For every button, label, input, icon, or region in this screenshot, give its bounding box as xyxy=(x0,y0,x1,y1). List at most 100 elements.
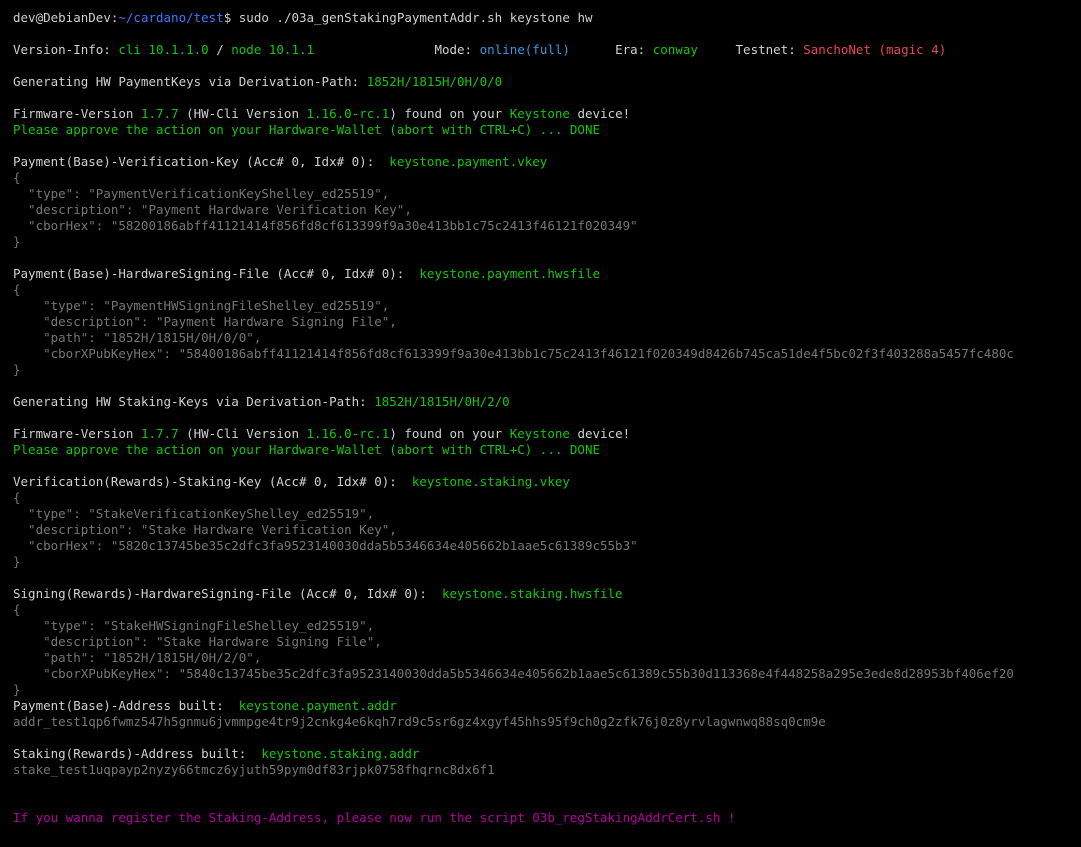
approve-line-1: Please approve the action on your Hardwa… xyxy=(13,122,1081,138)
gen-staking-keys-line-segment: 1852H/1815H/0H/2/0 xyxy=(374,394,510,409)
blank xyxy=(13,778,1081,794)
firmware-line-2-segment: (HW-Cli Version xyxy=(178,426,307,441)
gen-payment-keys-line-segment: Generating HW PaymentKeys via Derivation… xyxy=(13,74,367,89)
json-line: "cborXPubKeyHex": "5840c13745be35c2dfc3f… xyxy=(13,666,1081,682)
json-line-segment: { xyxy=(13,282,21,297)
firmware-line-2-segment: 1.7.7 xyxy=(140,426,179,441)
prompt-line-segment: DebianDev xyxy=(43,10,111,25)
approve-line-2-segment: Please approve the action on your Hardwa… xyxy=(13,442,600,457)
json-line-segment: } xyxy=(13,234,21,249)
staking-addr-header-segment: keystone.staking.addr xyxy=(261,746,420,761)
firmware-line-2-segment: Firmware-Version xyxy=(13,426,141,441)
register-hint-line: If you wanna register the Staking-Addres… xyxy=(13,810,1081,826)
json-line-segment: } xyxy=(13,554,21,569)
blank xyxy=(13,26,1081,42)
version-info-line-segment: Version-Info: xyxy=(13,42,119,57)
staking-addr-value: stake_test1uqpayp2nyzy66tmcz6yjuth59pym0… xyxy=(13,762,1081,778)
staking-addr-header-segment: Staking(Rewards)-Address built: xyxy=(13,746,262,761)
json-line-segment: "type": "StakeHWSigningFileShelley_ed255… xyxy=(13,618,375,633)
blank xyxy=(13,410,1081,426)
json-line-segment: "description": "Stake Hardware Verificat… xyxy=(13,522,397,537)
json-line: { xyxy=(13,282,1081,298)
approve-line-1-segment: Please approve the action on your Hardwa… xyxy=(13,122,600,137)
payment-hwsfile-header-segment: Payment(Base)-HardwareSigning-File (Acc#… xyxy=(13,266,420,281)
blank xyxy=(13,458,1081,474)
json-line-segment: "path": "1852H/1815H/0H/0/0", xyxy=(13,330,262,345)
json-line-segment: { xyxy=(13,490,21,505)
staking-vkey-header-segment: keystone.staking.vkey xyxy=(411,474,570,489)
payment-addr-header-segment: keystone.payment.addr xyxy=(238,698,397,713)
version-info-line-segment: Era: xyxy=(569,42,653,57)
blank xyxy=(13,90,1081,106)
firmware-line-2-segment: ) found on your xyxy=(389,426,510,441)
json-line-segment: "type": "PaymentHWSigningFileShelley_ed2… xyxy=(13,298,390,313)
prompt-line-segment: $ sudo ./03a_genStakingPaymentAddr.sh ke… xyxy=(223,10,593,25)
json-line: } xyxy=(13,234,1081,250)
json-line: } xyxy=(13,554,1081,570)
blank xyxy=(13,730,1081,746)
payment-vkey-header-segment: keystone.payment.vkey xyxy=(389,154,548,169)
payment-vkey-header-segment: Payment(Base)-Verification-Key (Acc# 0, … xyxy=(13,154,390,169)
json-line: "description": "Payment Hardware Signing… xyxy=(13,314,1081,330)
json-line: "path": "1852H/1815H/0H/2/0", xyxy=(13,650,1081,666)
json-line-segment: "cborHex": "58200186abff41121414f856fd8c… xyxy=(13,218,638,233)
register-hint-line-segment: If you wanna register the Staking-Addres… xyxy=(13,810,736,825)
version-info-line-segment: Mode: xyxy=(314,42,480,57)
prompt-line: dev@DebianDev:~/cardano/test$ sudo ./03a… xyxy=(13,10,1081,26)
json-line-segment: } xyxy=(13,362,21,377)
prompt-line-segment: ~/cardano/test xyxy=(118,10,224,25)
version-info-line-segment: cli 10.1.1.0 xyxy=(118,42,209,57)
json-line: { xyxy=(13,602,1081,618)
staking-hwsfile-header-segment: keystone.staking.hwsfile xyxy=(441,586,623,601)
version-info-line-segment: / xyxy=(208,42,232,57)
json-line-segment: "description": "Stake Hardware Signing F… xyxy=(13,634,382,649)
firmware-line-2: Firmware-Version 1.7.7 (HW-Cli Version 1… xyxy=(13,426,1081,442)
json-line-segment: "description": "Payment Hardware Signing… xyxy=(13,314,397,329)
json-line-segment: "type": "StakeVerificationKeyShelley_ed2… xyxy=(13,506,375,521)
firmware-line-1-segment: 1.16.0-rc.1 xyxy=(306,106,390,121)
gen-staking-keys-line: Generating HW Staking-Keys via Derivatio… xyxy=(13,394,1081,410)
json-line-segment: { xyxy=(13,602,21,617)
json-line: { xyxy=(13,490,1081,506)
payment-hwsfile-header-segment: keystone.payment.hwsfile xyxy=(419,266,601,281)
firmware-line-1-segment: (HW-Cli Version xyxy=(178,106,307,121)
blank xyxy=(13,250,1081,266)
json-line-segment: { xyxy=(13,170,21,185)
staking-addr-header: Staking(Rewards)-Address built: keystone… xyxy=(13,746,1081,762)
terminal-output[interactable]: dev@DebianDev:~/cardano/test$ sudo ./03a… xyxy=(13,10,1081,826)
json-line: "type": "StakeVerificationKeyShelley_ed2… xyxy=(13,506,1081,522)
gen-payment-keys-line: Generating HW PaymentKeys via Derivation… xyxy=(13,74,1081,90)
payment-addr-value: addr_test1qp6fwmz547h5gnmu6jvmmpge4tr9j2… xyxy=(13,714,1081,730)
version-info-line: Version-Info: cli 10.1.1.0 / node 10.1.1… xyxy=(13,42,1081,58)
staking-vkey-header: Verification(Rewards)-Staking-Key (Acc# … xyxy=(13,474,1081,490)
json-line-segment: "path": "1852H/1815H/0H/2/0", xyxy=(13,650,262,665)
json-line-segment: "type": "PaymentVerificationKeyShelley_e… xyxy=(13,186,390,201)
json-line: { xyxy=(13,170,1081,186)
json-line: "path": "1852H/1815H/0H/0/0", xyxy=(13,330,1081,346)
json-line: "description": "Payment Hardware Verific… xyxy=(13,202,1081,218)
json-line: "description": "Stake Hardware Verificat… xyxy=(13,522,1081,538)
json-line: "type": "StakeHWSigningFileShelley_ed255… xyxy=(13,618,1081,634)
firmware-line-1-segment: 1.7.7 xyxy=(140,106,179,121)
firmware-line-1-segment: device! xyxy=(569,106,631,121)
version-info-line-segment: SanchoNet (magic 4) xyxy=(803,42,947,57)
prompt-line-segment: @ xyxy=(35,10,44,25)
json-line-segment: "cborXPubKeyHex": "58400186abff41121414f… xyxy=(13,346,1014,361)
blank xyxy=(13,570,1081,586)
json-line: "type": "PaymentVerificationKeyShelley_e… xyxy=(13,186,1081,202)
version-info-line-segment: online(full) xyxy=(479,42,570,57)
firmware-line-1-segment: Firmware-Version xyxy=(13,106,141,121)
json-line: } xyxy=(13,362,1081,378)
gen-staking-keys-line-segment: Generating HW Staking-Keys via Derivatio… xyxy=(13,394,375,409)
firmware-line-1: Firmware-Version 1.7.7 (HW-Cli Version 1… xyxy=(13,106,1081,122)
version-info-line-segment: node 10.1.1 xyxy=(231,42,315,57)
staking-hwsfile-header-segment: Signing(Rewards)-HardwareSigning-File (A… xyxy=(13,586,442,601)
payment-addr-header: Payment(Base)-Address built: keystone.pa… xyxy=(13,698,1081,714)
payment-hwsfile-header: Payment(Base)-HardwareSigning-File (Acc#… xyxy=(13,266,1081,282)
gen-payment-keys-line-segment: 1852H/1815H/0H/0/0 xyxy=(366,74,503,89)
staking-vkey-header-segment: Verification(Rewards)-Staking-Key (Acc# … xyxy=(13,474,412,489)
payment-addr-value-segment: addr_test1qp6fwmz547h5gnmu6jvmmpge4tr9j2… xyxy=(13,714,826,729)
json-line: "type": "PaymentHWSigningFileShelley_ed2… xyxy=(13,298,1081,314)
json-line: "cborXPubKeyHex": "58400186abff41121414f… xyxy=(13,346,1081,362)
firmware-line-2-segment: Keystone xyxy=(509,426,570,441)
